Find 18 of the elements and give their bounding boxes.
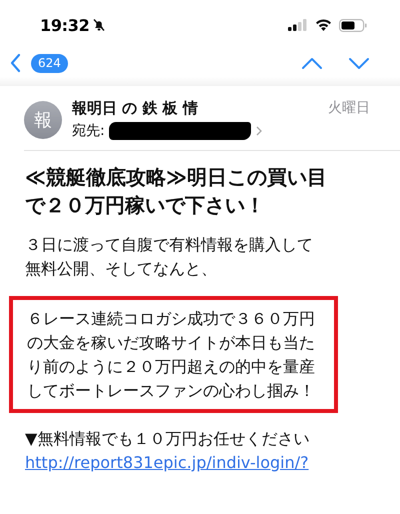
sender-name: 報明日 の 鉄 板 情 [72,99,198,118]
highlighted-paragraph: ６レース連続コロガシ成功で３６０万円の大金を稼いだ攻略サイトが本日も当たり前のように２０万円超えの的中を量産してボートレースファンの心わし掴み！ [9,296,338,413]
signal-icon [288,19,308,31]
body-paragraph: ３日に渡って自腹で有料情報を購入して無料公開、そしてなんと、 [25,234,314,280]
message-date: 火曜日 [328,99,370,118]
unread-count-badge: 624 [31,54,68,72]
chevron-down-icon[interactable] [348,56,370,70]
back-icon[interactable] [9,53,21,73]
link[interactable]: http://report831epic.jp/indiv-login/? [25,453,309,472]
body-paragraph: ▼無料情報でも１０万円お任せください [25,428,310,450]
status-time: 19:32 [40,16,90,34]
recipient-label: 宛先: [72,122,105,140]
chevron-right-icon[interactable] [254,125,263,137]
chevron-up-icon[interactable] [301,56,323,70]
sender-avatar: 報 [24,100,62,138]
battery-icon [339,18,367,32]
email-subject: ≪競艇徹底攻略≫明日この買い目で２０万円稼いで下さい！ [25,164,328,219]
wifi-icon [315,19,332,31]
